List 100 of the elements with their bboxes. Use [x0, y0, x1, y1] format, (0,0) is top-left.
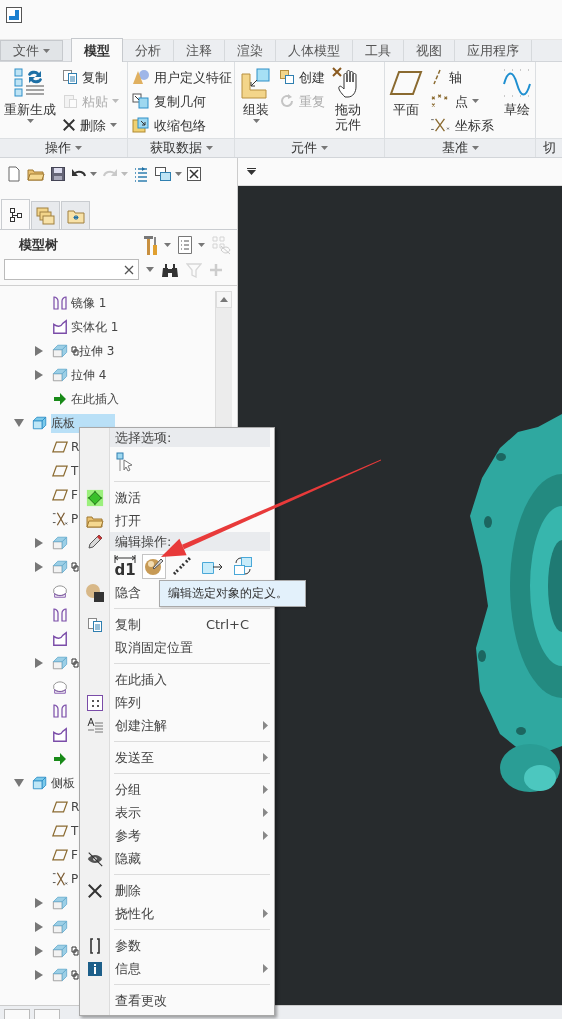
tree-item[interactable]: T: [71, 463, 81, 479]
menu-item[interactable]: 查看更改: [80, 989, 274, 1012]
mirror-icon: [52, 607, 68, 623]
expand-arrow-icon[interactable]: [35, 562, 43, 572]
menu-item[interactable]: 删除: [80, 879, 274, 902]
menu-item[interactable]: 激活: [80, 486, 274, 509]
collapse-arrow-icon[interactable]: [14, 419, 24, 427]
ribbon-button[interactable]: 点: [429, 89, 494, 113]
menu-item[interactable]: 在此插入: [80, 668, 274, 691]
file-menu-button[interactable]: 文件: [0, 40, 63, 61]
ribbon-group-label[interactable]: 获取数据: [128, 138, 234, 157]
menu-item[interactable]: 参数: [80, 934, 274, 957]
menu-item[interactable]: 分组: [80, 778, 274, 801]
ribbon-button[interactable]: 收缩包络: [132, 113, 232, 137]
app-icon: [6, 7, 22, 23]
tools-icon: [143, 234, 159, 256]
dimension-icon: [114, 555, 136, 563]
ribbon-tab[interactable]: 模型: [71, 38, 123, 62]
folder-icon: [27, 166, 45, 182]
navigator-tab[interactable]: [1, 199, 30, 229]
search-field[interactable]: [4, 259, 139, 280]
tool-button[interactable]: [161, 261, 179, 278]
ribbon-button[interactable]: 创建: [279, 65, 325, 89]
ribbon-button[interactable]: 草绘: [500, 65, 534, 117]
ribbon-button[interactable]: 复制: [62, 65, 119, 89]
caret-icon[interactable]: [247, 168, 256, 175]
ribbon-tab[interactable]: 分析: [123, 40, 174, 61]
ribbon-tab[interactable]: 人体模型: [276, 40, 353, 61]
menu-item[interactable]: 信息: [80, 957, 274, 980]
menu-header: 编辑操作:: [110, 532, 270, 551]
toolbar-button[interactable]: [187, 167, 201, 181]
tree-item[interactable]: 拉伸 3: [79, 341, 117, 361]
tree-item[interactable]: T: [71, 823, 81, 839]
plane-icon: [52, 848, 68, 862]
tree-item[interactable]: P: [71, 511, 81, 527]
tool-button[interactable]: d1: [113, 553, 137, 579]
expand-arrow-icon[interactable]: [35, 898, 43, 908]
collapse-arrow-icon[interactable]: [14, 779, 24, 787]
coordinate-system-icon: [52, 871, 68, 887]
tree-icon: [8, 206, 23, 223]
coordinate-system-icon: [52, 511, 68, 527]
ribbon-tab[interactable]: 渲染: [225, 40, 276, 61]
paste-icon: [62, 93, 78, 109]
ribbon-group-label[interactable]: 元件: [235, 138, 384, 157]
ribbon-button[interactable]: 重新生成: [4, 65, 56, 123]
tree-item[interactable]: F: [71, 847, 80, 863]
ribbon-button[interactable]: 拖动元件: [331, 65, 365, 132]
cube-icon: [52, 559, 68, 575]
tree-item[interactable]: F: [71, 487, 80, 503]
arrow-icon: [53, 392, 67, 406]
ribbon-tab[interactable]: 应用程序: [455, 40, 532, 61]
tree-item[interactable]: P: [71, 871, 81, 887]
toolbar-button[interactable]: [154, 166, 182, 182]
binoculars-icon: [161, 261, 179, 278]
ribbon-button[interactable]: 平面: [389, 65, 423, 117]
tree-item[interactable]: 实体化 1: [71, 317, 121, 337]
menu-item[interactable]: 阵列: [80, 691, 274, 714]
ribbon-group-label[interactable]: 基准: [385, 138, 535, 157]
tree-item[interactable]: 侧板: [51, 773, 77, 793]
ribbon-button[interactable]: 复制几何: [132, 89, 232, 113]
tree-item[interactable]: R: [71, 799, 82, 815]
expand-arrow-icon[interactable]: [35, 946, 43, 956]
tree-item[interactable]: 在此插入: [71, 389, 121, 409]
tree-item[interactable]: 拉伸 4: [71, 365, 109, 385]
menu-item[interactable]: 复制 Ctrl+C: [80, 613, 274, 636]
tree-item[interactable]: 镜像 1: [71, 293, 109, 313]
menu-item[interactable]: 发送至: [80, 746, 274, 769]
ribbon-tab[interactable]: 注释: [174, 40, 225, 61]
ribbon-button[interactable]: 组装: [239, 65, 273, 123]
repeat-icon: [279, 93, 295, 109]
menu-item[interactable]: 取消固定位置: [80, 636, 274, 659]
expand-arrow-icon[interactable]: [35, 922, 43, 932]
ribbon-tab[interactable]: 工具: [353, 40, 404, 61]
ribbon-group-label[interactable]: 切: [536, 138, 562, 157]
menu-item[interactable]: 隐藏: [80, 847, 274, 870]
expand-arrow-icon[interactable]: [35, 538, 43, 548]
menu-item[interactable]: 参考: [80, 824, 274, 847]
menu-item[interactable]: 表示: [80, 801, 274, 824]
shrinkwrap-icon: [132, 117, 150, 133]
regenerate-icon: [133, 166, 149, 182]
pencil-icon: [86, 532, 104, 551]
clear-icon[interactable]: [124, 264, 134, 275]
ribbon-button[interactable]: 坐标系: [429, 113, 494, 137]
ribbon-button[interactable]: 轴: [429, 65, 494, 89]
expand-arrow-icon[interactable]: [35, 370, 43, 380]
expand-arrow-icon[interactable]: [35, 658, 43, 668]
toolbar-button[interactable]: [50, 166, 66, 182]
expand-arrow-icon[interactable]: [35, 970, 43, 980]
tree-visibility-icon: [211, 235, 231, 255]
ribbon-tab[interactable]: 视图: [404, 40, 455, 61]
ribbon-group-label[interactable]: 操作: [0, 138, 127, 157]
expand-arrow-icon[interactable]: [35, 346, 43, 356]
plane-icon: [52, 800, 68, 814]
menu-item[interactable]: 创建注解: [80, 714, 274, 737]
ribbon-button[interactable]: 删除: [62, 113, 119, 137]
point-icon: [431, 94, 448, 107]
menu-item[interactable]: 挠性化: [80, 902, 274, 925]
replace-icon: [232, 556, 254, 576]
tree-item[interactable]: R: [71, 439, 82, 455]
ribbon-button[interactable]: 用户定义特征: [132, 65, 232, 89]
